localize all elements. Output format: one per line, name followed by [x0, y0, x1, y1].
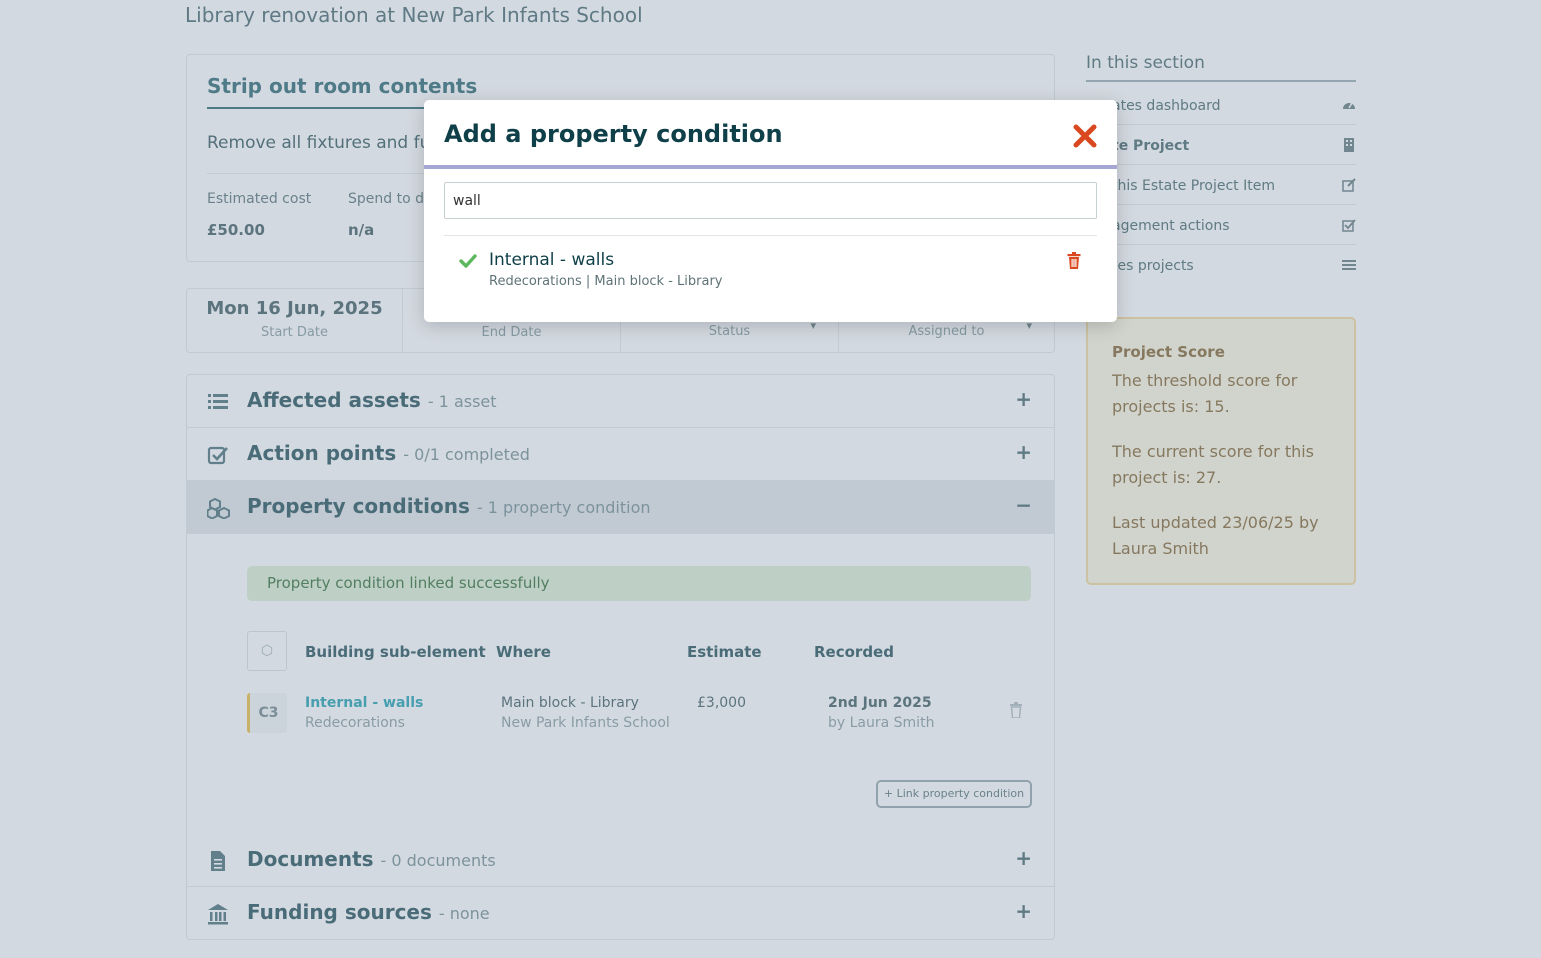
search-result-item[interactable]: Internal - walls Redecorations | Main bl…	[444, 240, 1097, 300]
modal-header: Add a property condition	[424, 100, 1117, 169]
modal-divider	[444, 235, 1097, 236]
check-icon	[459, 254, 477, 268]
modal-title: Add a property condition	[444, 120, 783, 148]
add-property-condition-modal: Add a property condition Internal - wall…	[424, 100, 1117, 322]
trash-icon[interactable]	[1067, 252, 1081, 269]
result-meta: Redecorations | Main block - Library	[489, 274, 723, 289]
result-name: Internal - walls	[489, 250, 615, 270]
search-input[interactable]	[444, 182, 1097, 219]
close-icon[interactable]	[1072, 123, 1098, 149]
